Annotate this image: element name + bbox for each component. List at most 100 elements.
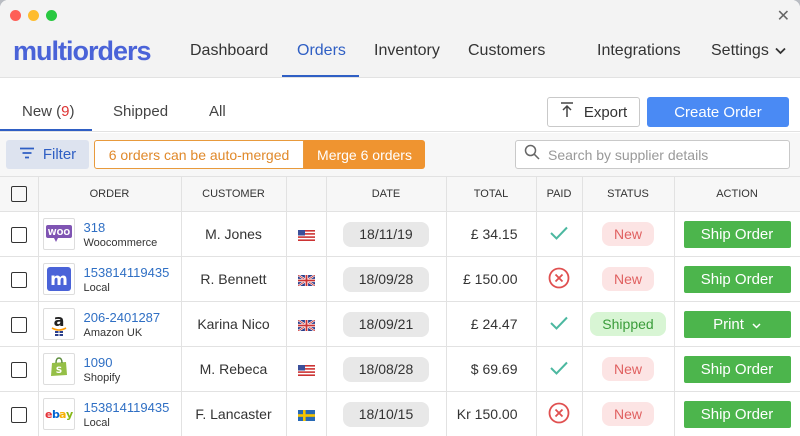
row-select-cell — [0, 256, 39, 302]
nav-settings[interactable]: Settings — [711, 42, 786, 60]
close-icon[interactable]: ✕ — [777, 6, 790, 26]
row-checkbox[interactable] — [10, 226, 27, 243]
merge-orders-button[interactable]: Merge 6 orders — [304, 140, 425, 169]
table-header-row: ORDER CUSTOMER DATE TOTAL PAID STATUS AC… — [0, 176, 800, 212]
create-order-button[interactable]: Create Order — [647, 97, 789, 127]
tab-new[interactable]: New (9) — [22, 103, 75, 120]
order-id-link[interactable]: 318 — [84, 220, 158, 235]
order-id-link[interactable]: 153814119435 — [84, 400, 170, 415]
order-cell: m 153814119435 Local — [37, 256, 182, 302]
top-nav: multiorders Dashboard Orders Inventory C… — [0, 30, 800, 78]
header-paid[interactable]: PAID — [535, 176, 583, 212]
row-checkbox[interactable] — [10, 406, 27, 423]
date-badge: 18/09/21 — [343, 311, 429, 337]
filter-toolbar: Filter 6 orders can be auto-merged Merge… — [0, 133, 800, 176]
date-badge: 18/11/19 — [343, 221, 429, 247]
table-row[interactable]: m 153814119435 Local R. Bennett 18/09/28… — [0, 256, 800, 302]
status-cell: New — [581, 346, 675, 392]
status-cell: New — [581, 391, 675, 436]
filter-icon — [19, 146, 35, 163]
orders-table: ORDER CUSTOMER DATE TOTAL PAID STATUS AC… — [0, 176, 800, 436]
maximize-window-button[interactable] — [46, 10, 57, 21]
flag-uk-icon — [285, 256, 327, 302]
export-button[interactable]: Export — [547, 97, 640, 127]
row-select-cell — [0, 301, 39, 347]
row-select-cell — [0, 211, 39, 257]
tab-all[interactable]: All — [209, 103, 226, 120]
total-cell: $ 69.69 — [445, 346, 537, 392]
action-cell: Ship Order — [673, 211, 800, 257]
export-label: Export — [583, 103, 628, 121]
nav-integrations[interactable]: Integrations — [597, 42, 681, 60]
title-bar: ✕ — [0, 0, 800, 30]
status-badge: New — [601, 267, 654, 291]
order-id-link[interactable]: 1090 — [84, 355, 121, 370]
ship-order-button[interactable]: Ship Order — [683, 400, 791, 428]
tab-shipped[interactable]: Shipped — [113, 103, 168, 120]
status-badge: New — [601, 402, 654, 426]
table-row[interactable]: WOO 318 Woocommerce M. Jones 18/11/19 £ … — [0, 211, 800, 257]
header-order[interactable]: ORDER — [37, 176, 182, 212]
order-source: Local — [83, 281, 110, 294]
order-source: Shopify — [83, 371, 121, 384]
woocommerce-logo-icon: WOO — [42, 218, 75, 250]
flag-se-icon — [285, 391, 327, 436]
tab-new-label: New ( — [22, 103, 62, 120]
print-button[interactable]: Print — [683, 310, 791, 338]
row-select-cell — [0, 346, 39, 392]
table-row[interactable]: a 206-2401287 Amazon UK Karina Nico 18/0… — [0, 301, 800, 347]
flag-us-icon — [285, 346, 327, 392]
order-id-link[interactable]: 206-2401287 — [84, 310, 161, 325]
date-badge: 18/08/28 — [343, 356, 429, 382]
print-label: Print — [713, 315, 744, 333]
total-cell: Kr 150.00 — [445, 391, 537, 436]
active-nav-indicator — [282, 75, 359, 77]
nav-inventory[interactable]: Inventory — [374, 42, 440, 60]
tab-new-count: 9 — [61, 103, 70, 120]
nav-orders[interactable]: Orders — [297, 42, 346, 60]
ship-order-button[interactable]: Ship Order — [683, 220, 791, 248]
shopify-logo-icon: S — [42, 353, 75, 385]
nav-settings-label: Settings — [711, 42, 769, 59]
date-cell: 18/11/19 — [325, 211, 447, 257]
order-source: Local — [83, 416, 110, 429]
row-checkbox[interactable] — [10, 271, 27, 288]
merge-message: 6 orders can be auto-merged — [94, 140, 304, 169]
divider — [0, 131, 800, 132]
ship-order-button[interactable]: Ship Order — [683, 355, 791, 383]
table-row[interactable]: S 1090 Shopify M. Rebeca 18/08/28 $ 69.6… — [0, 346, 800, 392]
total-cell: £ 34.15 — [445, 211, 537, 257]
status-badge: Shipped — [590, 312, 666, 336]
nav-customers[interactable]: Customers — [468, 42, 545, 60]
paid-check-icon — [535, 346, 583, 392]
row-checkbox[interactable] — [10, 361, 27, 378]
header-status[interactable]: STATUS — [581, 176, 675, 212]
search-input[interactable] — [548, 146, 778, 163]
order-source: Amazon UK — [83, 326, 143, 339]
row-checkbox[interactable] — [10, 316, 27, 333]
header-total[interactable]: TOTAL — [445, 176, 537, 212]
date-badge: 18/10/15 — [343, 401, 429, 427]
header-action: ACTION — [673, 176, 800, 212]
status-cell: New — [581, 256, 675, 302]
ebay-logo-icon: ebay — [42, 398, 75, 430]
app-logo: multiorders — [13, 36, 152, 66]
search-icon — [524, 144, 540, 165]
order-id-link[interactable]: 153814119435 — [84, 265, 170, 280]
header-date[interactable]: DATE — [325, 176, 447, 212]
minimize-window-button[interactable] — [28, 10, 39, 21]
customer-name: M. Rebeca — [180, 346, 287, 392]
upload-icon — [560, 102, 574, 122]
order-cell: S 1090 Shopify — [37, 346, 182, 392]
svg-text:y: y — [66, 408, 73, 421]
select-all-checkbox[interactable] — [10, 186, 27, 202]
header-customer[interactable]: CUSTOMER — [180, 176, 287, 212]
filter-button[interactable]: Filter — [6, 140, 89, 169]
table-row[interactable]: ebay 153814119435 Local F. Lancaster 18/… — [0, 391, 800, 436]
action-cell: Ship Order — [673, 346, 800, 392]
order-cell: a 206-2401287 Amazon UK — [37, 301, 182, 347]
ship-order-button[interactable]: Ship Order — [683, 265, 791, 293]
chevron-down-icon — [775, 46, 786, 58]
nav-dashboard[interactable]: Dashboard — [190, 42, 268, 60]
close-window-button[interactable] — [10, 10, 21, 21]
